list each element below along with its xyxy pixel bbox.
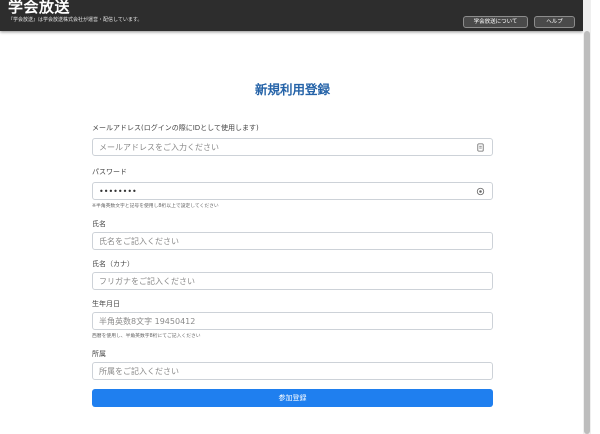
birthdate-input[interactable] — [93, 313, 492, 329]
kana-input[interactable] — [93, 273, 492, 289]
affiliation-label: 所属 — [92, 350, 106, 358]
password-input[interactable] — [93, 183, 492, 199]
affiliation-field — [92, 362, 493, 380]
password-field — [92, 182, 493, 200]
email-label: メールアドレス(ログインの際にIDとして使用します) — [92, 124, 259, 132]
eye-icon[interactable] — [476, 187, 485, 196]
register-button[interactable]: 参加登録 — [92, 389, 493, 407]
contact-card-icon[interactable] — [476, 143, 485, 152]
name-field — [92, 232, 493, 250]
password-hint: ※半角英数文字と記号を使用し8桁以上で設定してください — [92, 204, 219, 209]
site-header: 学会放送 『学会放送』は学会放送株式会社が運営・配信しています。 学会放送につい… — [0, 0, 583, 31]
page-title: 新規利用登録 — [254, 82, 330, 97]
birthdate-label: 生年月日 — [92, 300, 120, 308]
about-button[interactable]: 学会放送について — [463, 16, 528, 28]
email-input[interactable] — [93, 139, 492, 155]
vertical-scrollbar[interactable] — [583, 0, 591, 434]
birthdate-hint: 西暦を使用し、半角英数字8桁にてご記入ください — [92, 334, 201, 339]
scrollbar-thumb[interactable] — [584, 31, 590, 434]
name-input[interactable] — [93, 233, 492, 249]
site-tagline: 『学会放送』は学会放送株式会社が運営・配信しています。 — [8, 17, 143, 23]
kana-label: 氏名（カナ） — [92, 260, 134, 268]
registration-page: 学会放送 『学会放送』は学会放送株式会社が運営・配信しています。 学会放送につい… — [0, 0, 600, 434]
help-button[interactable]: ヘルプ — [534, 16, 575, 28]
email-field — [92, 138, 493, 156]
affiliation-input[interactable] — [93, 363, 492, 379]
birthdate-field — [92, 312, 493, 330]
password-label: パスワード — [92, 168, 127, 176]
site-logo[interactable]: 学会放送 — [8, 0, 70, 16]
name-label: 氏名 — [92, 220, 106, 228]
kana-field — [92, 272, 493, 290]
